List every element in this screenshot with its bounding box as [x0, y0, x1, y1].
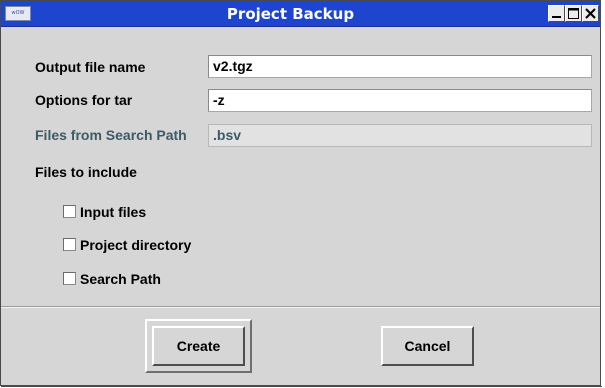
maximize-button[interactable] — [565, 5, 582, 22]
window-title: Project Backup — [226, 5, 355, 23]
input-files-checkbox[interactable] — [63, 205, 76, 218]
tar-options-input[interactable]: -z — [208, 89, 592, 112]
close-icon — [585, 8, 596, 19]
window-bottom-border — [1, 386, 602, 387]
search-path-checkbox[interactable] — [63, 272, 76, 285]
tar-options-label: Options for tar — [35, 92, 133, 108]
button-area-divider-highlight — [1, 307, 600, 308]
project-directory-label: Project directory — [80, 237, 192, 253]
search-path-files-label: Files from Search Path — [35, 127, 187, 143]
create-button[interactable]: Create — [152, 326, 245, 366]
title-bar[interactable]: wOW Project Backup — [1, 1, 600, 27]
output-file-input[interactable]: v2.tgz — [208, 55, 592, 78]
maximize-icon — [568, 8, 579, 19]
files-to-include-heading: Files to include — [35, 164, 137, 180]
project-backup-dialog: wOW Project Backup Output file name v2.t… — [0, 0, 602, 387]
search-path-files-input: .bsv — [208, 124, 592, 147]
minimize-icon — [552, 16, 561, 18]
project-directory-checkbox[interactable] — [63, 238, 76, 251]
input-files-label: Input files — [80, 204, 147, 220]
output-file-label: Output file name — [35, 59, 146, 75]
minimize-button[interactable] — [548, 5, 565, 22]
close-button[interactable] — [582, 5, 599, 22]
search-path-label: Search Path — [80, 271, 161, 287]
cancel-button[interactable]: Cancel — [381, 326, 474, 366]
